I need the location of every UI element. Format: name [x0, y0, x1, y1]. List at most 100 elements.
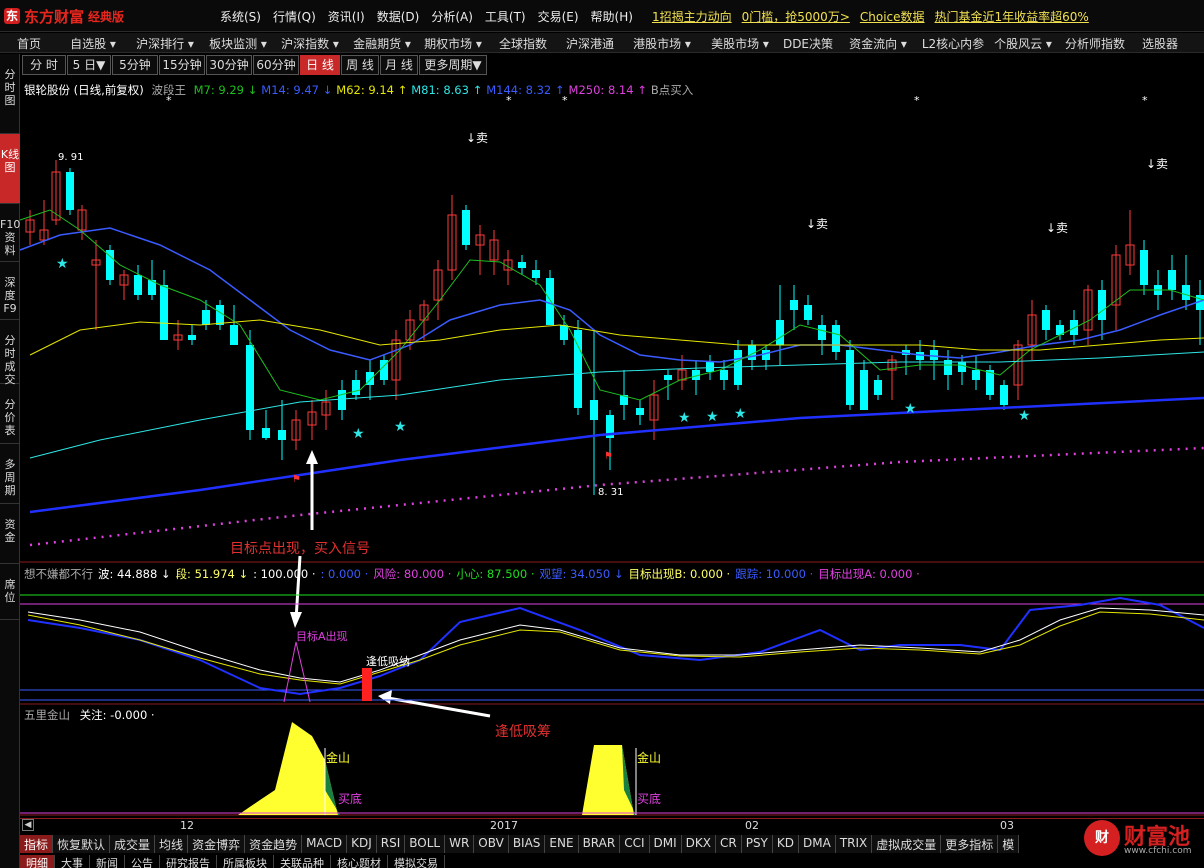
- indicator-tab[interactable]: 资金博弈: [188, 835, 246, 853]
- info-tab[interactable]: 关联品种: [274, 855, 331, 868]
- indicator-legend-item: 跟踪: 10.000 ·: [735, 567, 814, 581]
- buy-star-icon: ★: [734, 406, 747, 422]
- indicator-tab[interactable]: MACD: [302, 835, 348, 853]
- indicator-tab[interactable]: BIAS: [508, 835, 546, 853]
- indicator-tab[interactable]: 虚拟成交量: [872, 835, 942, 853]
- accumulate-arrowhead: [378, 690, 392, 704]
- indicator-tabs: 指标 恢复默认 成交量 均线 资金博弈 资金趋势 MACD KDJ RSI BOLL WR OBV BI…: [20, 835, 1020, 853]
- marker-star-icon: *: [1142, 94, 1148, 107]
- indicator-tab[interactable]: KDJ: [347, 835, 377, 853]
- indicator-tab[interactable]: BRAR: [578, 835, 621, 853]
- candle-body-down: [262, 428, 270, 438]
- buy-signal-annotation: 目标点出现，买入信号: [230, 541, 370, 557]
- indicator-legend-item: 段: 51.974 ↓: [175, 567, 249, 581]
- indicator-tab[interactable]: 更多指标: [941, 835, 999, 853]
- info-tab[interactable]: 研究报告: [160, 855, 217, 868]
- candle-body-down: [1098, 290, 1106, 320]
- target-a-label: 目标A出现: [296, 629, 348, 643]
- indicator-tab[interactable]: BOLL: [405, 835, 446, 853]
- candle-body-down: [874, 380, 882, 395]
- buy-signal-arrowhead: [306, 450, 318, 464]
- indicator-tab[interactable]: DMI: [649, 835, 682, 853]
- candle-body-down: [518, 262, 526, 268]
- candle-body-down: [66, 172, 74, 210]
- x-axis-label: 12: [180, 819, 194, 832]
- marker-star-icon: *: [914, 94, 920, 107]
- sell-signal-label: ↓卖: [466, 131, 488, 145]
- info-tab[interactable]: 新闻: [90, 855, 125, 868]
- candle-body-down: [338, 390, 346, 410]
- candle-body-down: [916, 352, 924, 360]
- info-tab[interactable]: 大事: [55, 855, 90, 868]
- candle-body-down: [1000, 385, 1008, 405]
- sell-signal-label: ↓卖: [1146, 157, 1168, 171]
- indicator-legend-item: 目标出现A: 0.000 ·: [818, 567, 920, 581]
- indicator-legend-item: : 100.000 ·: [253, 567, 316, 581]
- candle-body-down: [720, 370, 728, 380]
- candle-body-down: [202, 310, 210, 325]
- candle-body-down: [790, 300, 798, 310]
- maidi-label: 买底: [637, 791, 661, 806]
- info-tab[interactable]: 公告: [125, 855, 160, 868]
- indicator-tab[interactable]: CCI: [620, 835, 650, 853]
- info-tabs: 明细 大事 新闻 公告 研究报告 所属板块 关联品种 核心题材 模拟交易: [20, 855, 445, 868]
- low-accumulate-annotation: 逢低吸筹: [495, 723, 551, 740]
- ma14-line: [19, 227, 1204, 363]
- candle-body-down: [134, 275, 142, 295]
- candle-body-down: [762, 350, 770, 360]
- wuli-focus: 关注: -0.000 ·: [79, 708, 155, 722]
- info-tab[interactable]: 所属板块: [217, 855, 274, 868]
- info-tab[interactable]: 模拟交易: [388, 855, 445, 868]
- candle-body-down: [188, 335, 196, 340]
- indicator-tab[interactable]: 资金趋势: [245, 835, 303, 853]
- candle-body-down: [664, 375, 672, 380]
- indicator-tab[interactable]: 恢复默认: [53, 835, 111, 853]
- indicator-tab[interactable]: TRIX: [835, 835, 873, 853]
- candle-body-down: [860, 370, 868, 410]
- candle-body-down: [832, 325, 840, 352]
- indicator-tab[interactable]: 模: [998, 835, 1020, 853]
- candle-body-down: [246, 345, 254, 430]
- high-price-label: 9. 91: [58, 152, 83, 163]
- candle-body-down: [590, 400, 598, 420]
- indicator-tab[interactable]: 均线: [155, 835, 189, 853]
- info-tab[interactable]: 明细: [20, 855, 55, 868]
- low-buy-label: 逢低吸纳: [366, 655, 410, 668]
- segment-yellow-line: [27, 611, 1204, 685]
- watermark-url: www.cfchi.com: [1124, 846, 1192, 856]
- indicator-tab[interactable]: OBV: [474, 835, 509, 853]
- target-arrowhead: [290, 612, 302, 628]
- jinshan-label: 金山: [326, 750, 350, 765]
- sell-signal-label: ↓卖: [1046, 221, 1068, 235]
- candle-body-down: [352, 380, 360, 395]
- indicator-tab[interactable]: 成交量: [110, 835, 156, 853]
- candle-body-down: [818, 325, 826, 340]
- wuli-name: 五里金山: [24, 708, 70, 722]
- indicator-tab[interactable]: WR: [445, 835, 475, 853]
- x-axis-label: 03: [1000, 819, 1014, 832]
- indicator-tab[interactable]: DMA: [799, 835, 836, 853]
- candle-body-down: [560, 325, 568, 340]
- ma81-line: [29, 351, 1204, 459]
- candle-body-down: [160, 285, 168, 340]
- buy-star-icon: ★: [706, 409, 719, 425]
- indicator-tab[interactable]: 指标: [20, 835, 54, 853]
- scroll-left-icon[interactable]: ◀: [22, 819, 34, 831]
- indicator-tab[interactable]: DKX: [681, 835, 716, 853]
- candle-body-down: [958, 362, 966, 372]
- candle-body-down: [278, 430, 286, 440]
- buy-star-icon: ★: [1018, 408, 1031, 424]
- candle-body-down: [1140, 250, 1148, 285]
- marker-star-icon: *: [506, 94, 512, 107]
- indicator-tab[interactable]: CR: [715, 835, 742, 853]
- indicator-tab[interactable]: PSY: [741, 835, 773, 853]
- candle-body-down: [1168, 270, 1176, 290]
- indicator-legend-item: : 0.000 ·: [320, 567, 369, 581]
- kline-chart[interactable]: ★ ★ ★ ★ ★ ★ ★ ★ * * * * * ⚑ ⚑ 9. 91 8. 31 ↓卖 ↓卖 ↓卖 ↓卖目标点出现，买…: [0, 0, 1204, 868]
- candle-body-down: [1042, 310, 1050, 330]
- info-tab[interactable]: 核心题材: [331, 855, 388, 868]
- x-axis-label: 02: [745, 819, 759, 832]
- indicator-tab[interactable]: RSI: [376, 835, 406, 853]
- indicator-tab[interactable]: KD: [772, 835, 799, 853]
- indicator-tab[interactable]: ENE: [545, 835, 579, 853]
